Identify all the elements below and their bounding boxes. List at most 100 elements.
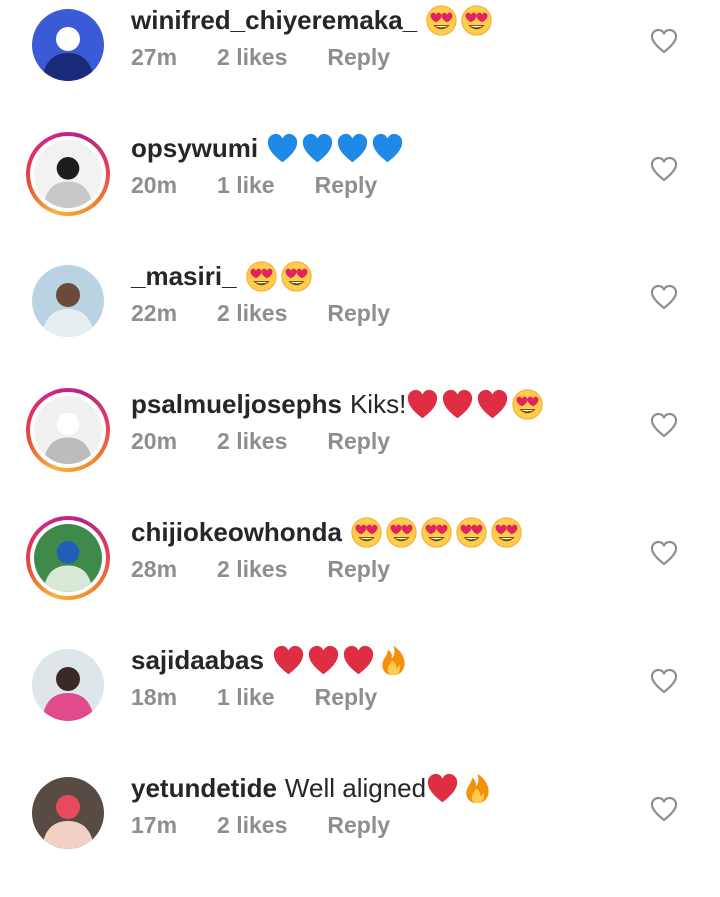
avatar-image [34,396,102,464]
comment-emojis [425,4,495,37]
comment-username[interactable]: psalmueljosephs [131,389,342,420]
comment-list: winifred_chiyeremaka_ 27m 2 likes Reply op… [0,0,720,897]
comment-likes[interactable]: 2 likes [217,300,287,327]
reply-button[interactable]: Reply [327,44,390,71]
reply-button[interactable]: Reply [327,812,390,839]
heart-eyes-emoji-icon [420,516,453,549]
comment-body: psalmueljosephs Kiks! 20m 2 likes Reply [131,384,546,455]
fire-emoji-icon [377,644,410,677]
comment-line: psalmueljosephs Kiks! [131,384,546,424]
comment-line: yetundetide Well aligned [131,768,496,808]
comment-body: _masiri_ 22m 2 likes Reply [131,256,430,327]
comment-username[interactable]: yetundetide [131,773,277,804]
blue-heart-emoji-icon [301,132,334,165]
comment-meta: 27m 2 likes Reply [131,44,495,71]
heart-eyes-emoji-icon [385,516,418,549]
comment-meta: 28m 2 likes Reply [131,556,525,583]
like-heart-icon[interactable] [650,540,678,566]
avatar[interactable] [26,4,110,88]
like-heart-icon[interactable] [650,28,678,54]
comment-emojis [350,516,525,549]
comment-body: chijiokeowhonda 28m 2 likes Reply [131,512,525,583]
comment-likes[interactable]: 2 likes [217,556,287,583]
comment-meta: 20m 2 likes Reply [131,428,546,455]
comment-meta: 20m 1 like Reply [131,172,417,199]
comment-line: opsywumi [131,128,417,168]
comment-time: 22m [131,300,178,326]
comment-emojis [426,772,496,805]
like-heart-icon[interactable] [650,284,678,310]
comment-body: sajidaabas 18m 1 like Reply [131,640,417,711]
avatar-image [34,524,102,592]
comment-line: _masiri_ [131,256,430,296]
comment-username[interactable]: _masiri_ [131,261,237,292]
comment-row: opsywumi 20m 1 like Reply [0,128,720,256]
avatar-image [32,265,104,337]
comment-emojis [406,388,546,421]
comment-username[interactable]: winifred_chiyeremaka_ [131,5,417,36]
comment-likes[interactable]: 2 likes [217,44,287,71]
blue-heart-emoji-icon [266,132,299,165]
blue-heart-emoji-icon [336,132,369,165]
comment-time: 28m [131,556,178,582]
reply-button[interactable]: Reply [315,684,378,711]
comment-username[interactable]: chijiokeowhonda [131,517,342,548]
comment-likes[interactable]: 2 likes [217,428,287,455]
comment-likes[interactable]: 1 like [217,172,275,199]
comment-time: 20m [131,428,178,454]
red-heart-emoji-icon [426,772,459,805]
comment-meta: 18m 1 like Reply [131,684,417,711]
reply-button[interactable]: Reply [327,428,390,455]
comment-row: _masiri_ 22m 2 likes Reply [0,256,720,384]
like-heart-icon[interactable] [650,412,678,438]
red-heart-emoji-icon [307,644,340,677]
red-heart-emoji-icon [342,644,375,677]
comment-emojis [245,260,315,293]
like-heart-icon[interactable] [650,796,678,822]
comment-line: chijiokeowhonda [131,512,525,552]
heart-eyes-emoji-icon [460,4,493,37]
red-heart-emoji-icon [441,388,474,421]
avatar[interactable] [26,260,110,344]
comment-line: winifred_chiyeremaka_ [131,0,495,40]
comment-meta: 17m 2 likes Reply [131,812,496,839]
comment-likes[interactable]: 1 like [217,684,275,711]
avatar[interactable] [26,644,110,728]
heart-eyes-emoji-icon [490,516,523,549]
avatar-image [34,140,102,208]
avatar[interactable] [26,772,110,856]
comment-likes[interactable]: 2 likes [217,812,287,839]
comment-body: winifred_chiyeremaka_ 27m 2 likes Reply [131,0,495,71]
comment-time: 17m [131,812,178,838]
like-heart-icon[interactable] [650,156,678,182]
red-heart-emoji-icon [272,644,305,677]
comment-username[interactable]: sajidaabas [131,645,264,676]
comment-row: yetundetide Well aligned 17m 2 likes Reply [0,768,720,896]
reply-button[interactable]: Reply [315,172,378,199]
reply-button[interactable]: Reply [327,300,390,327]
heart-eyes-emoji-icon [350,516,383,549]
like-heart-icon[interactable] [650,668,678,694]
comment-row: psalmueljosephs Kiks! 20m 2 likes Reply [0,384,720,512]
avatar-image [32,649,104,721]
comment-username[interactable]: opsywumi [131,133,258,164]
avatar-image [32,9,104,81]
heart-eyes-emoji-icon [280,260,313,293]
comment-time: 27m [131,44,178,70]
avatar[interactable] [26,388,110,472]
comment-time: 18m [131,684,178,710]
heart-eyes-emoji-icon [455,516,488,549]
comment-emojis [272,644,412,677]
comment-text: Kiks! [349,388,407,419]
comment-emojis [266,132,406,165]
avatar[interactable] [26,516,110,600]
reply-button[interactable]: Reply [327,556,390,583]
comment-text: Well aligned [284,772,427,803]
heart-eyes-emoji-icon [511,388,544,421]
comment-line: sajidaabas [131,640,417,680]
comment-meta: 22m 2 likes Reply [131,300,430,327]
comment-body: yetundetide Well aligned 17m 2 likes Reply [131,768,496,839]
blue-heart-emoji-icon [371,132,404,165]
avatar[interactable] [26,132,110,216]
comment-body: opsywumi 20m 1 like Reply [131,128,417,199]
